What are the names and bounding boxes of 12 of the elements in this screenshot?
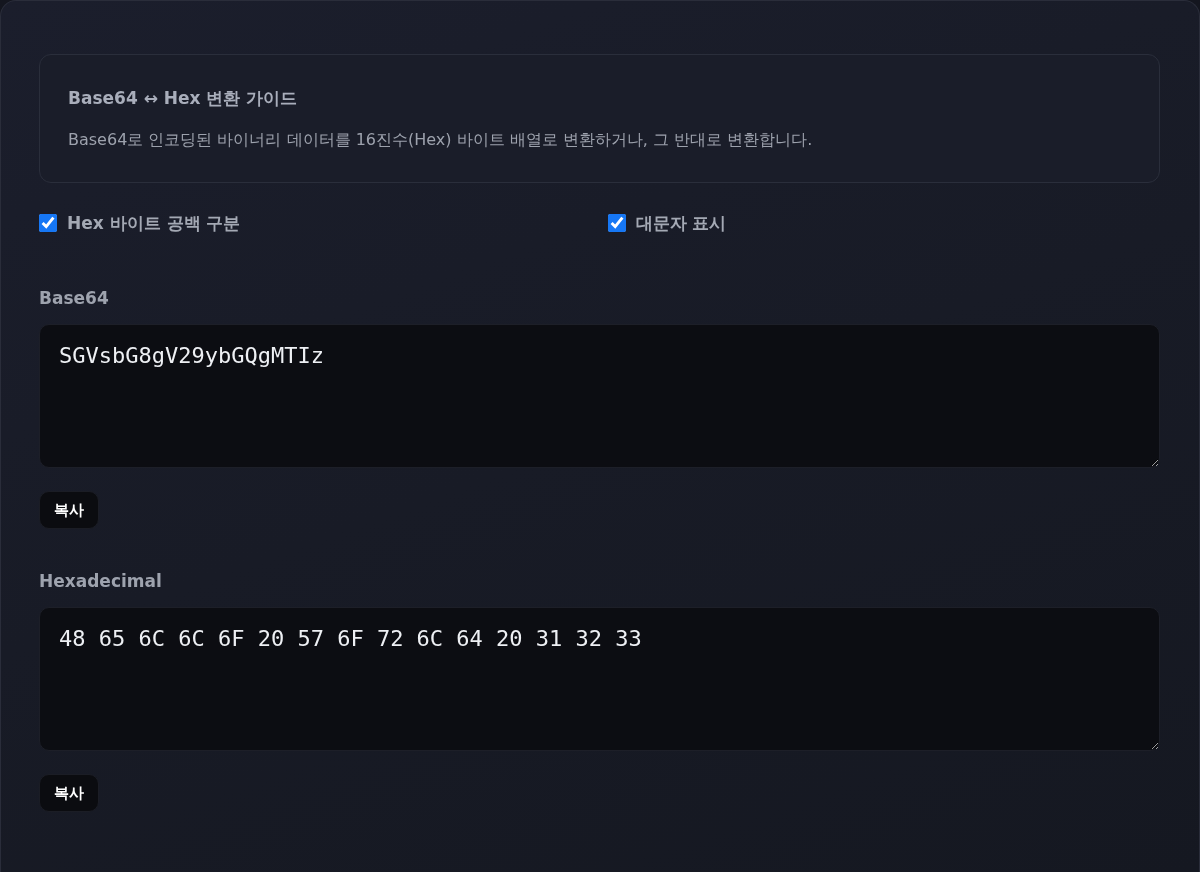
copy-button[interactable]: 복사 bbox=[39, 774, 99, 812]
checkbox-label: Hex 바이트 공백 구분 bbox=[67, 212, 241, 235]
field-label: Hexadecimal bbox=[39, 570, 163, 593]
field-label: Base64 bbox=[39, 287, 110, 310]
checkbox-label: 대문자 표시 bbox=[635, 212, 727, 235]
guide-title: Base64 ↔ Hex 변환 가이드 bbox=[68, 87, 299, 110]
checkbox[interactable] bbox=[39, 214, 57, 232]
guide-description: Base64로 인코딩된 바이너리 데이터를 16진수(Hex) 바이트 배열로 변환하거나, 그 반대로 변환합니다. bbox=[68, 129, 814, 151]
copy-button[interactable]: 복사 bbox=[39, 491, 99, 529]
checkbox[interactable] bbox=[607, 214, 626, 232]
text-field[interactable]: 48 65 6C 6C 6F 20 57 6F 72 6C 64 20 31 32 33 bbox=[39, 607, 1160, 751]
text-field[interactable]: SGVsbG8gV29ybGQgMTIz bbox=[39, 324, 1160, 468]
